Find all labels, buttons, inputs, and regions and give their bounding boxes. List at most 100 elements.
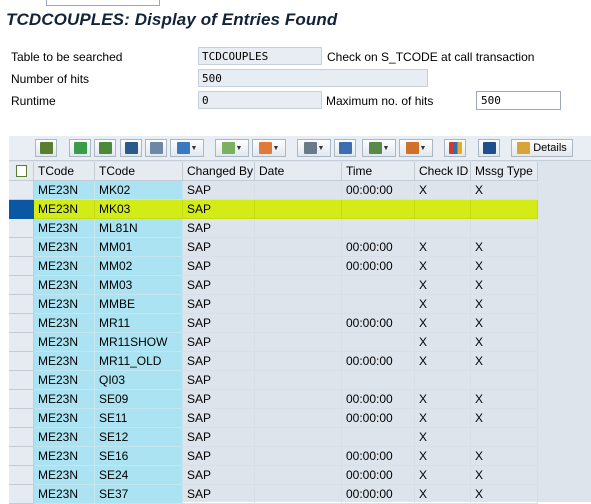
cell-date[interactable] bbox=[255, 200, 342, 219]
find-next-button[interactable] bbox=[145, 139, 167, 157]
table-row[interactable]: ME23N SE37 SAP 00:00:00 X X bbox=[34, 485, 538, 504]
row-selector[interactable] bbox=[9, 447, 34, 466]
table-row[interactable]: ME23N MR11 SAP 00:00:00 X X bbox=[34, 314, 538, 333]
cell-tcode[interactable]: ME23N bbox=[34, 333, 95, 352]
column-header-date[interactable]: Date bbox=[255, 162, 342, 181]
cell-check-id[interactable] bbox=[415, 219, 471, 238]
cell-mssg-type[interactable]: X bbox=[471, 485, 538, 504]
cell-tcode[interactable]: ME23N bbox=[34, 181, 95, 200]
cell-tcode[interactable]: ME23N bbox=[34, 219, 95, 238]
cell-tcode[interactable]: ME23N bbox=[34, 352, 95, 371]
cell-tcode-2[interactable]: SE09 bbox=[95, 390, 183, 409]
chart-button[interactable] bbox=[444, 139, 466, 157]
cell-date[interactable] bbox=[255, 276, 342, 295]
cell-time[interactable] bbox=[342, 295, 415, 314]
details-view-button[interactable] bbox=[35, 139, 57, 157]
cell-mssg-type[interactable]: X bbox=[471, 466, 538, 485]
cell-changed-by[interactable]: SAP bbox=[183, 200, 255, 219]
cell-mssg-type[interactable] bbox=[471, 371, 538, 390]
cell-date[interactable] bbox=[255, 409, 342, 428]
cell-date[interactable] bbox=[255, 314, 342, 333]
row-selector[interactable] bbox=[9, 238, 34, 257]
cell-check-id[interactable]: X bbox=[415, 295, 471, 314]
total-button[interactable]: ▼ bbox=[215, 139, 249, 157]
cell-time[interactable]: 00:00:00 bbox=[342, 314, 415, 333]
cell-mssg-type[interactable]: X bbox=[471, 447, 538, 466]
cell-date[interactable] bbox=[255, 390, 342, 409]
cell-tcode[interactable]: ME23N bbox=[34, 485, 95, 504]
cell-changed-by[interactable]: SAP bbox=[183, 352, 255, 371]
row-selector[interactable] bbox=[9, 200, 34, 219]
cell-changed-by[interactable]: SAP bbox=[183, 333, 255, 352]
cell-changed-by[interactable]: SAP bbox=[183, 466, 255, 485]
cell-tcode[interactable]: ME23N bbox=[34, 447, 95, 466]
cell-tcode[interactable]: ME23N bbox=[34, 314, 95, 333]
cell-tcode-2[interactable]: MK03 bbox=[95, 200, 183, 219]
cell-tcode-2[interactable]: SE11 bbox=[95, 409, 183, 428]
table-row[interactable]: ME23N SE09 SAP 00:00:00 X X bbox=[34, 390, 538, 409]
cell-check-id[interactable]: X bbox=[415, 333, 471, 352]
details-button[interactable]: Details bbox=[511, 139, 573, 157]
row-selector[interactable] bbox=[9, 181, 34, 200]
cell-mssg-type[interactable]: X bbox=[471, 257, 538, 276]
cell-mssg-type[interactable]: X bbox=[471, 352, 538, 371]
cell-tcode[interactable]: ME23N bbox=[34, 409, 95, 428]
cell-check-id[interactable]: X bbox=[415, 181, 471, 200]
cell-tcode[interactable]: ME23N bbox=[34, 257, 95, 276]
cell-changed-by[interactable]: SAP bbox=[183, 181, 255, 200]
cell-date[interactable] bbox=[255, 257, 342, 276]
cell-tcode[interactable]: ME23N bbox=[34, 390, 95, 409]
cell-check-id[interactable] bbox=[415, 200, 471, 219]
cell-mssg-type[interactable] bbox=[471, 200, 538, 219]
cell-date[interactable] bbox=[255, 447, 342, 466]
row-selector[interactable] bbox=[9, 466, 34, 485]
cell-mssg-type[interactable]: X bbox=[471, 276, 538, 295]
cell-mssg-type[interactable]: X bbox=[471, 314, 538, 333]
cell-check-id[interactable] bbox=[415, 371, 471, 390]
select-all-button[interactable] bbox=[9, 162, 34, 181]
cell-check-id[interactable]: X bbox=[415, 276, 471, 295]
cell-date[interactable] bbox=[255, 333, 342, 352]
cell-tcode-2[interactable]: MR11SHOW bbox=[95, 333, 183, 352]
cell-tcode[interactable]: ME23N bbox=[34, 200, 95, 219]
cell-tcode[interactable]: ME23N bbox=[34, 466, 95, 485]
table-row[interactable]: ME23N MK02 SAP 00:00:00 X X bbox=[34, 181, 538, 200]
cell-tcode-2[interactable]: SE37 bbox=[95, 485, 183, 504]
cell-date[interactable] bbox=[255, 295, 342, 314]
table-row[interactable]: ME23N MR11SHOW SAP X X bbox=[34, 333, 538, 352]
cell-tcode[interactable]: ME23N bbox=[34, 371, 95, 390]
cell-changed-by[interactable]: SAP bbox=[183, 314, 255, 333]
cell-time[interactable] bbox=[342, 200, 415, 219]
table-row[interactable]: ME23N ML81N SAP bbox=[34, 219, 538, 238]
column-header-time[interactable]: Time bbox=[342, 162, 415, 181]
cell-tcode[interactable]: ME23N bbox=[34, 276, 95, 295]
cell-tcode-2[interactable]: QI03 bbox=[95, 371, 183, 390]
row-selector[interactable] bbox=[9, 371, 34, 390]
cell-time[interactable]: 00:00:00 bbox=[342, 238, 415, 257]
cell-time[interactable]: 00:00:00 bbox=[342, 466, 415, 485]
column-header-mssg-type[interactable]: Mssg Type bbox=[471, 162, 538, 181]
cell-time[interactable]: 00:00:00 bbox=[342, 352, 415, 371]
table-row[interactable]: ME23N MM02 SAP 00:00:00 X X bbox=[34, 257, 538, 276]
cell-changed-by[interactable]: SAP bbox=[183, 428, 255, 447]
cell-time[interactable]: 00:00:00 bbox=[342, 390, 415, 409]
layout-button[interactable]: ▼ bbox=[399, 139, 433, 157]
cell-date[interactable] bbox=[255, 219, 342, 238]
cell-tcode-2[interactable]: MM01 bbox=[95, 238, 183, 257]
cell-changed-by[interactable]: SAP bbox=[183, 238, 255, 257]
cell-mssg-type[interactable]: X bbox=[471, 409, 538, 428]
cell-tcode[interactable]: ME23N bbox=[34, 428, 95, 447]
sort-ascending-button[interactable] bbox=[69, 139, 91, 157]
cell-tcode[interactable]: ME23N bbox=[34, 295, 95, 314]
cell-time[interactable]: 00:00:00 bbox=[342, 409, 415, 428]
cell-changed-by[interactable]: SAP bbox=[183, 371, 255, 390]
row-selector[interactable] bbox=[9, 352, 34, 371]
table-row[interactable]: ME23N MM03 SAP X X bbox=[34, 276, 538, 295]
row-selector[interactable] bbox=[9, 428, 34, 447]
cell-changed-by[interactable]: SAP bbox=[183, 276, 255, 295]
cell-changed-by[interactable]: SAP bbox=[183, 390, 255, 409]
cell-date[interactable] bbox=[255, 428, 342, 447]
cell-time[interactable] bbox=[342, 276, 415, 295]
column-header-changed-by[interactable]: Changed By bbox=[183, 162, 255, 181]
column-header-tcode-2[interactable]: TCode bbox=[95, 162, 183, 181]
